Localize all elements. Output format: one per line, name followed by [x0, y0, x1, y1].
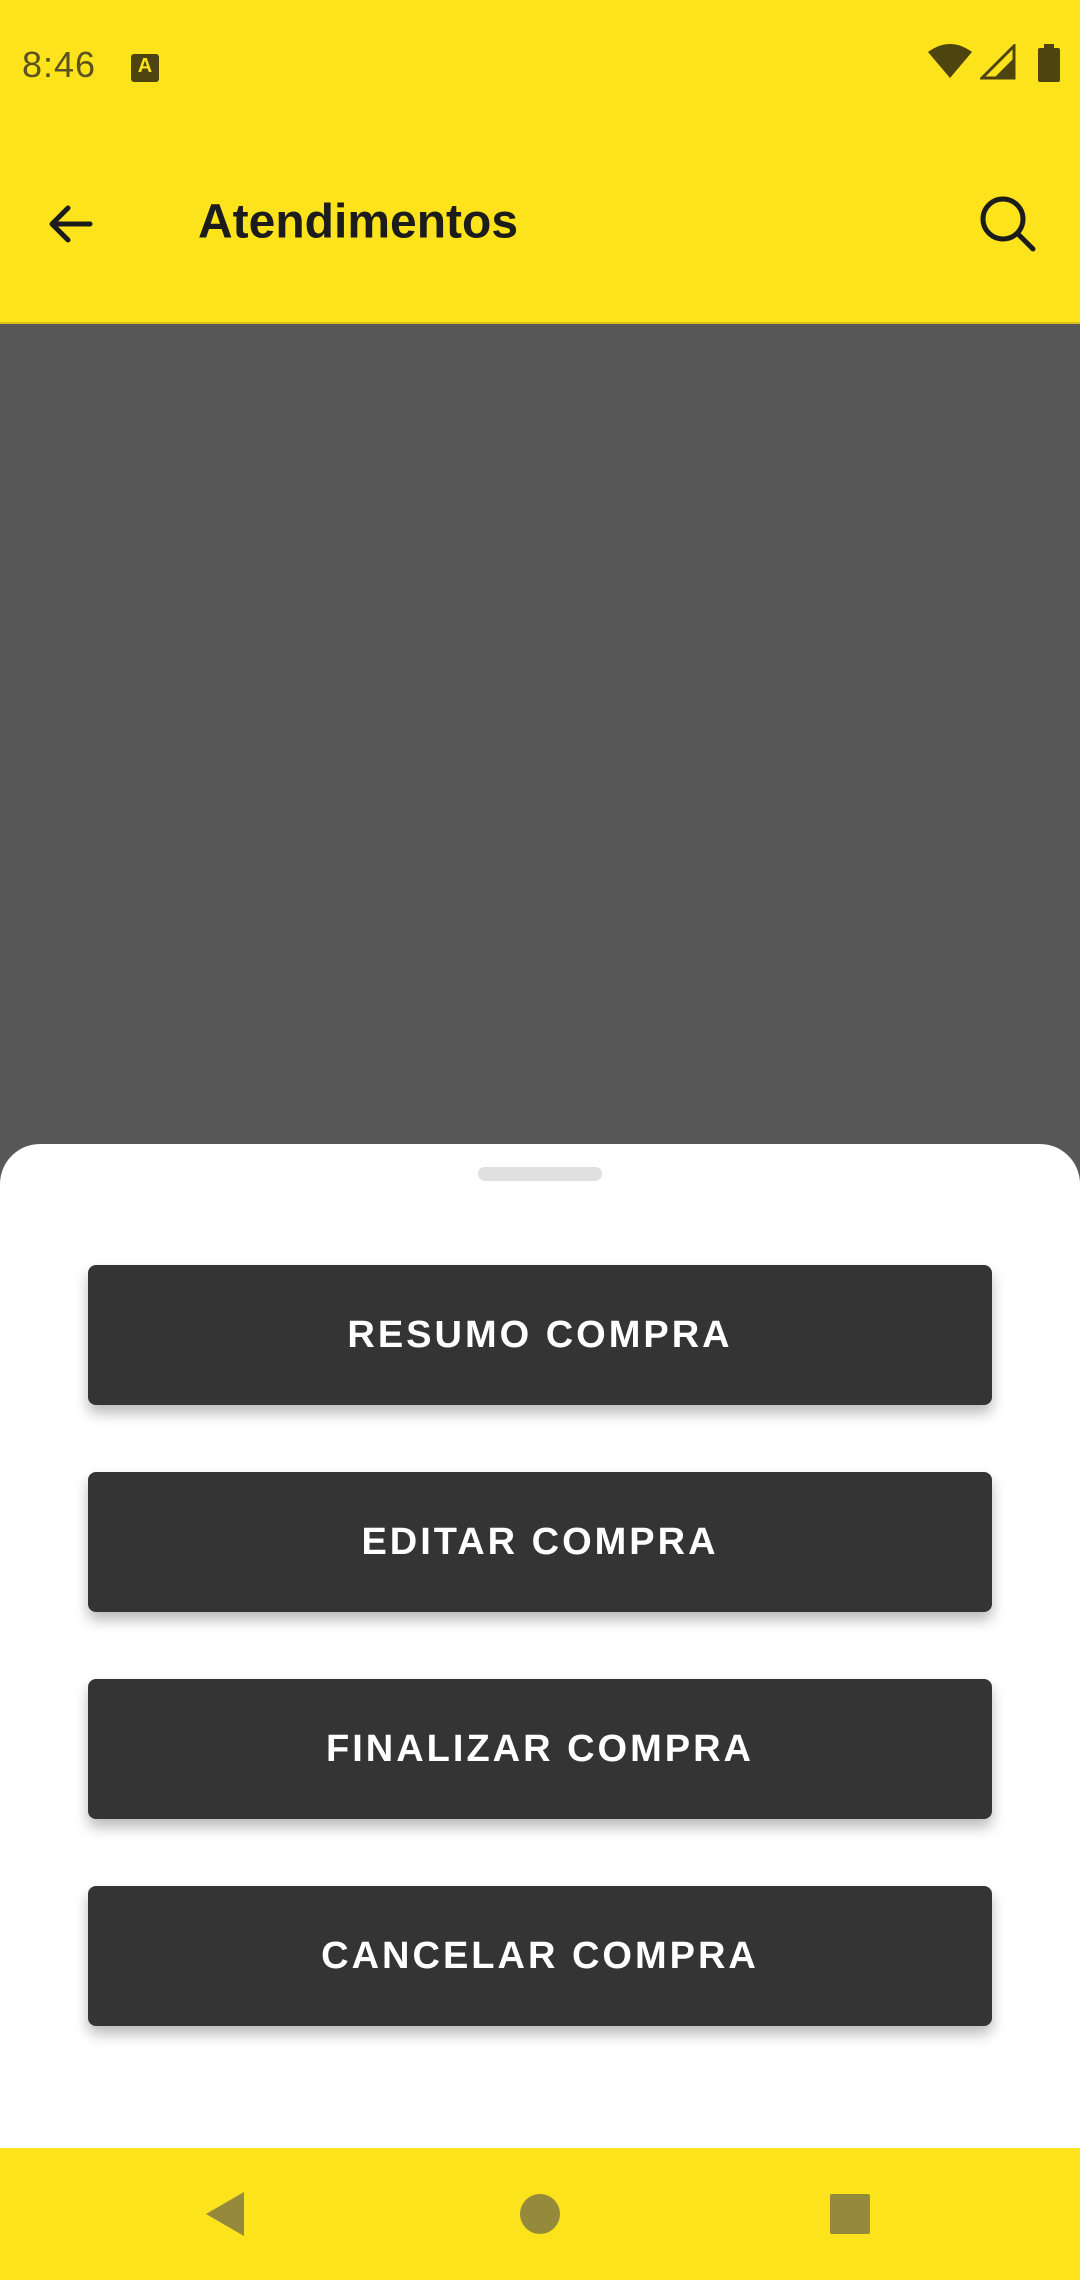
back-button[interactable] [30, 184, 110, 264]
home-circle-icon [520, 2194, 560, 2234]
cancelar-compra-button[interactable]: CANCELAR COMPRA [88, 1886, 992, 2026]
nav-recents-button[interactable] [805, 2178, 895, 2250]
a-icon-letter: A [137, 55, 153, 77]
a-icon: A [131, 54, 159, 82]
search-icon [980, 196, 1036, 252]
wifi-icon [928, 44, 972, 78]
nav-back-button[interactable] [181, 2178, 271, 2250]
scrim-overlay[interactable] [0, 324, 1080, 1184]
search-button[interactable] [968, 184, 1048, 264]
signal-icon [980, 44, 1016, 80]
arrow-back-icon [49, 205, 93, 243]
drag-handle[interactable] [478, 1167, 602, 1181]
resumo-compra-button[interactable]: RESUMO COMPRA [88, 1265, 992, 1405]
status-bar: 8:46 A [0, 0, 1080, 136]
nav-home-button[interactable] [495, 2178, 585, 2250]
app-bar: Atendimentos [0, 136, 1080, 324]
page-title: Atendimentos [198, 195, 519, 249]
back-triangle-icon [206, 2192, 244, 2236]
recents-square-icon [830, 2194, 870, 2234]
battery-icon [1038, 44, 1060, 82]
finalizar-compra-button[interactable]: FINALIZAR COMPRA [88, 1679, 992, 1819]
bottom-sheet: RESUMO COMPRA EDITAR COMPRA FINALIZAR CO… [0, 1144, 1080, 2148]
status-time: 8:46 [22, 44, 97, 85]
editar-compra-button[interactable]: EDITAR COMPRA [88, 1472, 992, 1612]
system-nav-bar [0, 2148, 1080, 2280]
